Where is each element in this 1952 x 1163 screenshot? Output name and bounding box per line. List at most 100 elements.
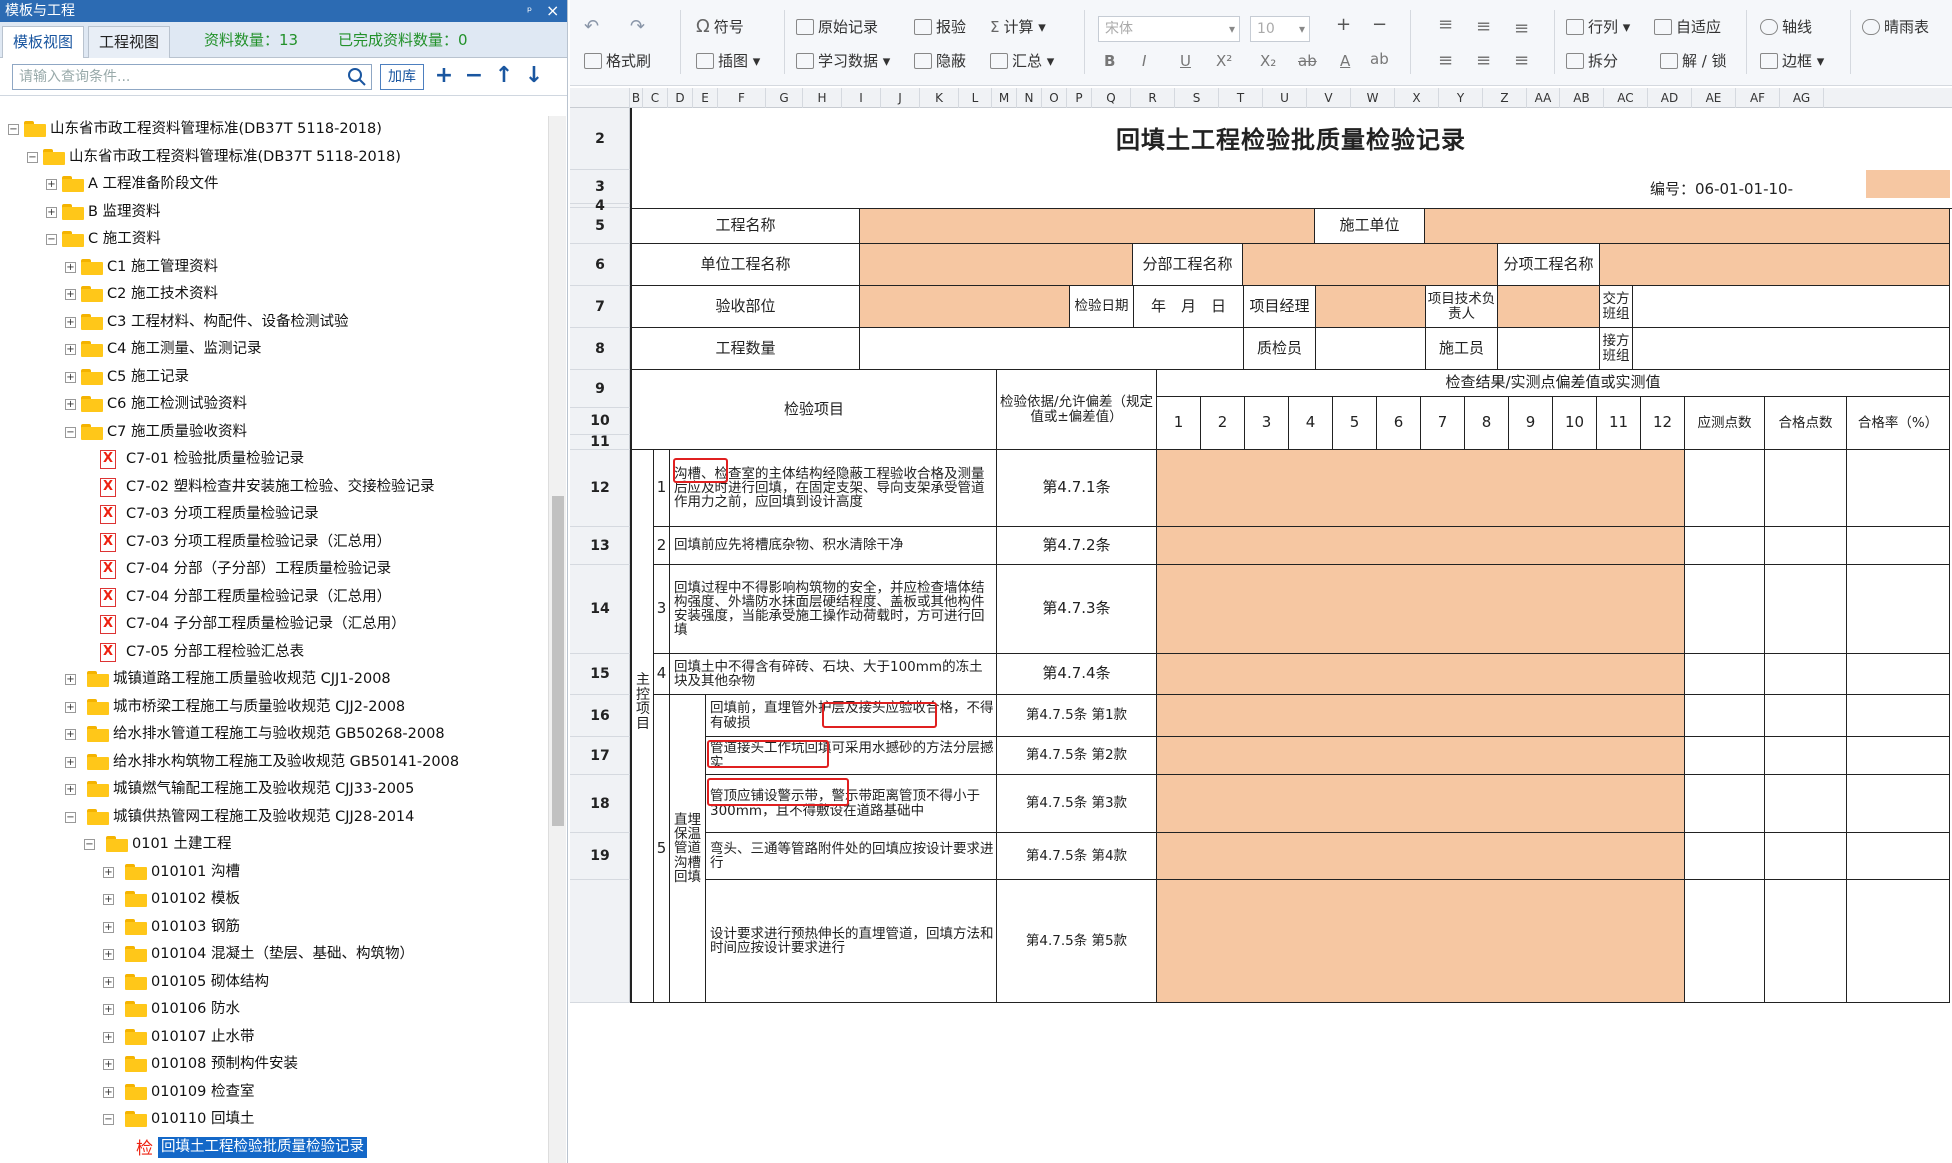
font-size-select[interactable]: 10: [1250, 16, 1310, 42]
minus-icon[interactable]: −: [462, 64, 486, 90]
column-header-cell[interactable]: T: [1219, 88, 1263, 108]
tree-item-record[interactable]: X C7-05 分部工程检验汇总表: [0, 639, 548, 665]
quantity-input[interactable]: [860, 328, 1244, 370]
subitem-should-count[interactable]: [1685, 737, 1765, 775]
tree-item-folder[interactable]: + 城市桥梁工程施工与质量验收规范 CJJ2-2008: [0, 694, 548, 720]
row-header-cell[interactable]: 5: [570, 208, 630, 244]
collapse-icon[interactable]: −: [84, 839, 95, 850]
item-pass-rate[interactable]: [1847, 450, 1950, 527]
subitem-pass-rate[interactable]: [1847, 833, 1950, 880]
expand-icon[interactable]: +: [65, 261, 76, 273]
tree-item-record[interactable]: X C7-03 分项工程质量检验记录: [0, 501, 548, 527]
subitem-project-name-input[interactable]: [1600, 244, 1950, 286]
row-header-cell[interactable]: 15: [570, 654, 630, 695]
column-header-cell[interactable]: Q: [1092, 88, 1131, 108]
expand-icon[interactable]: +: [65, 674, 76, 685]
tree-item-folder[interactable]: +010108 预制构件安装: [0, 1051, 548, 1077]
tab-template-view[interactable]: 模板视图: [2, 26, 85, 58]
project-manager-input[interactable]: [1316, 286, 1426, 328]
report-inspection-button[interactable]: 报验: [914, 14, 966, 40]
constructor-input[interactable]: [1498, 328, 1600, 370]
item-pass-rate[interactable]: [1847, 565, 1950, 654]
row-header-cell[interactable]: 18: [570, 775, 630, 833]
tree-item-record[interactable]: 检回填土工程检验批质量检验记录: [0, 1134, 548, 1160]
expand-icon[interactable]: +: [103, 1059, 114, 1070]
expand-icon[interactable]: +: [103, 949, 114, 960]
item-pass-rate[interactable]: [1847, 654, 1950, 695]
column-header-cell[interactable]: Y: [1439, 88, 1483, 108]
tree-item-record[interactable]: X C7-04 分部（子分部）工程质量检验记录: [0, 556, 548, 582]
tree-item-folder[interactable]: + 城镇道路工程施工质量验收规范 CJJ1-2008: [0, 666, 548, 692]
tree-item-folder[interactable]: + C2 施工技术资料: [0, 281, 548, 307]
row-column-button[interactable]: 行列 ▾: [1566, 14, 1630, 40]
subitem-pass-count[interactable]: [1765, 880, 1847, 1003]
column-header-cell[interactable]: U: [1263, 88, 1307, 108]
plus-icon[interactable]: +: [432, 64, 456, 90]
tree-item-folder[interactable]: + C1 施工管理资料: [0, 254, 548, 280]
subitem-should-count[interactable]: [1685, 775, 1765, 833]
quality-inspector-input[interactable]: [1316, 328, 1426, 370]
tree-item-folder[interactable]: + 城镇燃气输配工程施工及验收规范 CJJ33-2005: [0, 776, 548, 802]
auto-fit-button[interactable]: 自适应: [1654, 14, 1721, 40]
subitem-pass-rate[interactable]: [1847, 737, 1950, 775]
superscript-button[interactable]: X²: [1216, 48, 1232, 74]
row-header-cell[interactable]: 7: [570, 286, 630, 328]
column-header-cell[interactable]: H: [803, 88, 842, 108]
summary-button[interactable]: 汇总 ▾: [990, 48, 1054, 74]
row-header-cell[interactable]: 9: [570, 370, 630, 408]
expand-icon[interactable]: +: [46, 179, 57, 190]
align-right-icon[interactable]: ≡: [1514, 48, 1529, 74]
expand-icon[interactable]: +: [103, 866, 114, 878]
column-header-cell[interactable]: P: [1067, 88, 1092, 108]
expand-icon[interactable]: +: [46, 206, 57, 218]
row-header-cell[interactable]: 17: [570, 737, 630, 775]
expand-icon[interactable]: +: [103, 1031, 114, 1043]
split-button[interactable]: 拆分: [1566, 48, 1618, 74]
align-top-icon[interactable]: ≡: [1438, 12, 1453, 38]
font-shrink-icon[interactable]: −: [1372, 12, 1387, 38]
bold-button[interactable]: B: [1104, 48, 1115, 74]
align-left-icon[interactable]: ≡: [1438, 48, 1453, 74]
column-header-cell[interactable]: N: [1017, 88, 1042, 108]
study-data-button[interactable]: 学习数据 ▾: [796, 48, 890, 74]
collapse-icon[interactable]: −: [8, 124, 19, 135]
calculate-button[interactable]: Σ 计算 ▾: [990, 14, 1046, 40]
undo-icon[interactable]: ↶: [584, 14, 599, 40]
expand-icon[interactable]: +: [103, 976, 114, 988]
font-grow-icon[interactable]: +: [1336, 12, 1351, 38]
column-header-cell[interactable]: D: [668, 88, 693, 108]
load-library-button[interactable]: 加库: [380, 64, 424, 90]
text-wrap-button[interactable]: ab: [1370, 46, 1389, 72]
subitem-result-input[interactable]: [1157, 775, 1685, 833]
tree-item-record[interactable]: X C7-02 塑料检查井安装施工检验、交接检验记录: [0, 474, 548, 500]
column-header-cell[interactable]: F: [718, 88, 766, 108]
close-icon[interactable]: ×: [546, 0, 559, 22]
item-should-count[interactable]: [1685, 565, 1765, 654]
tree-item-folder[interactable]: +010107 止水带: [0, 1024, 548, 1050]
item-result-input[interactable]: [1157, 527, 1685, 565]
expand-icon[interactable]: +: [103, 921, 114, 933]
search-icon[interactable]: [347, 67, 367, 87]
technical-lead-input[interactable]: [1498, 286, 1600, 328]
form-number-input[interactable]: [1866, 170, 1950, 198]
collapse-icon[interactable]: −: [65, 811, 76, 823]
expand-icon[interactable]: +: [65, 729, 76, 740]
subitem-should-count[interactable]: [1685, 695, 1765, 737]
expand-icon[interactable]: +: [65, 756, 76, 768]
pin-icon[interactable]: ᵖ: [527, 0, 532, 22]
column-header-cell[interactable]: J: [881, 88, 920, 108]
corner-cell[interactable]: [570, 88, 630, 108]
subitem-result-input[interactable]: [1157, 833, 1685, 880]
item-should-count[interactable]: [1685, 654, 1765, 695]
row-header-cell[interactable]: 8: [570, 328, 630, 370]
column-header-cell[interactable]: E: [693, 88, 718, 108]
original-record-button[interactable]: 原始记录: [796, 14, 878, 40]
symbol-button[interactable]: Ω 符号: [696, 14, 744, 40]
row-header-cell[interactable]: 6: [570, 244, 630, 286]
align-middle-icon[interactable]: ≡: [1476, 14, 1491, 40]
border-button[interactable]: 边框 ▾: [1760, 48, 1824, 74]
expand-icon[interactable]: +: [65, 344, 76, 355]
column-header-cell[interactable]: W: [1351, 88, 1395, 108]
align-center-icon[interactable]: ≡: [1476, 48, 1491, 74]
expand-icon[interactable]: +: [65, 316, 76, 328]
